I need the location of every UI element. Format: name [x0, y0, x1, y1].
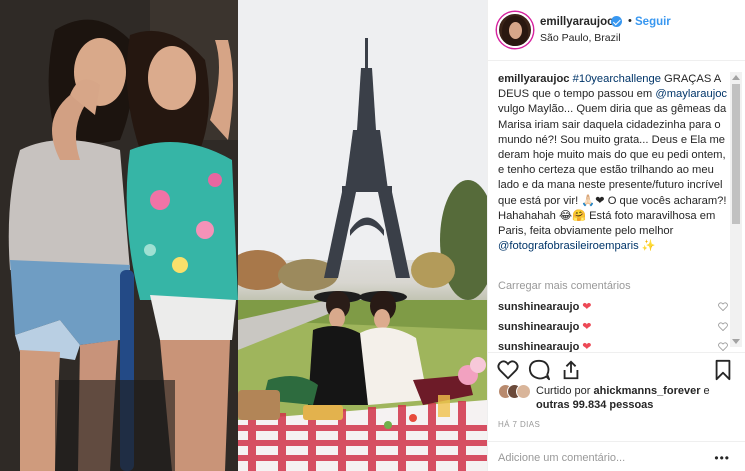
- comment-text: ❤: [582, 301, 592, 313]
- caption-hashtag[interactable]: #10yearchallenge: [573, 73, 661, 85]
- header-username[interactable]: emillyaraujoc: [540, 16, 614, 28]
- separator-dot: •: [628, 15, 632, 27]
- post-media[interactable]: [0, 0, 487, 471]
- follow-button[interactable]: Seguir: [635, 16, 671, 28]
- likes-middle: e: [700, 385, 710, 397]
- comment-row: sunshinearaujo ❤: [498, 320, 728, 334]
- more-options-icon[interactable]: •••: [714, 451, 730, 465]
- location-link[interactable]: São Paulo, Brazil: [540, 32, 621, 44]
- comment-username[interactable]: sunshinearaujo: [498, 301, 579, 313]
- caption-text-2: vulgo Maylão... Quem diria que as gêmeas…: [498, 103, 727, 238]
- photo-left-2009: [0, 0, 238, 471]
- liker-username[interactable]: ahickmanns_forever: [593, 385, 700, 397]
- post-sidebar: emillyaraujoc • Seguir São Paulo, Brazil…: [487, 0, 745, 471]
- add-comment-bar: •••: [488, 441, 745, 471]
- bookmark-icon[interactable]: [712, 359, 734, 381]
- share-icon[interactable]: [560, 359, 582, 381]
- comment-username[interactable]: sunshinearaujo: [498, 321, 579, 333]
- comment-input[interactable]: [498, 450, 698, 466]
- post-header: emillyaraujoc • Seguir São Paulo, Brazil: [488, 0, 745, 61]
- comments-section: emillyaraujoc #10yearchallenge GRAÇAS A …: [488, 62, 745, 352]
- scroll-down-arrow-icon[interactable]: [732, 339, 740, 344]
- old-photo-illustration: [0, 0, 238, 471]
- comment-row: sunshinearaujo ❤: [498, 300, 728, 314]
- likes-text: Curtido por ahickmanns_forever e outras …: [536, 384, 741, 412]
- action-bar: [488, 352, 745, 384]
- photo-right-paris: [238, 0, 487, 471]
- paris-photo-illustration: [238, 0, 487, 471]
- verified-badge-icon: [611, 16, 622, 27]
- comment-text: ❤: [582, 341, 592, 352]
- comment-like-heart-icon[interactable]: [718, 322, 728, 331]
- likes-prefix: Curtido por: [536, 385, 594, 397]
- post-caption: emillyaraujoc #10yearchallenge GRAÇAS A …: [498, 72, 730, 254]
- speech-bubble-icon[interactable]: [528, 359, 550, 381]
- caption-emoji-end: ✨: [638, 240, 656, 253]
- comments-scrollbar[interactable]: [730, 72, 742, 347]
- load-more-comments-link[interactable]: Carregar mais comentários: [498, 280, 631, 292]
- scrollbar-thumb[interactable]: [732, 84, 740, 224]
- post-timestamp[interactable]: HÁ 7 DIAS: [498, 420, 540, 429]
- caption-mention-2[interactable]: @fotografobrasileiroemparis: [498, 240, 639, 252]
- avatar[interactable]: [497, 12, 533, 48]
- heart-outline-icon[interactable]: [497, 359, 519, 381]
- scroll-up-arrow-icon[interactable]: [732, 75, 740, 80]
- comment-row: sunshinearaujo ❤: [498, 340, 728, 352]
- comment-text: ❤: [582, 321, 592, 333]
- liker-avatars[interactable]: [498, 384, 532, 400]
- likes-summary: Curtido por ahickmanns_forever e outras …: [498, 384, 738, 416]
- comment-like-heart-icon[interactable]: [718, 302, 728, 311]
- liker-avatar: [516, 384, 531, 399]
- caption-username[interactable]: emillyaraujoc: [498, 73, 570, 85]
- likes-count-link[interactable]: outras 99.834 pessoas: [536, 399, 653, 411]
- comment-username[interactable]: sunshinearaujo: [498, 341, 579, 352]
- comment-like-heart-icon[interactable]: [718, 342, 728, 351]
- caption-mention-1[interactable]: @maylaraujoc: [655, 88, 727, 100]
